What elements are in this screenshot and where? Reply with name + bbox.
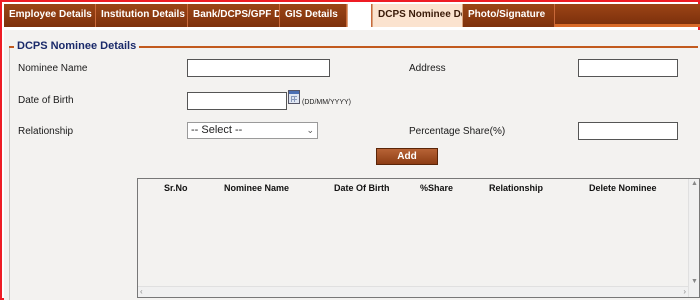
percentage-share-label: Percentage Share(%) <box>409 126 506 137</box>
percentage-share-input[interactable] <box>578 122 678 140</box>
add-button[interactable]: Add <box>376 148 438 165</box>
dob-format-hint: (DD/MM/YYYY) <box>302 99 351 106</box>
grid-header: Sr.No Nominee Name Date Of Birth %Share … <box>138 179 688 197</box>
tab-photo-signature[interactable]: Photo/Signature <box>463 4 555 27</box>
tab-bank-dcps-gpf-details[interactable]: Bank/DCPS/GPF Details <box>188 4 280 27</box>
col-nominee-name: Nominee Name <box>224 183 290 193</box>
col-share: %Share <box>420 183 454 193</box>
tab-employee-details[interactable]: Employee Details <box>4 4 96 27</box>
relationship-label: Relationship <box>18 126 74 137</box>
nominee-name-input[interactable] <box>187 59 330 77</box>
tab-institution-details[interactable]: Institution Details <box>96 4 188 27</box>
tab-blank <box>347 4 372 27</box>
dob-input[interactable] <box>187 92 287 110</box>
tab-bar-filler <box>555 4 700 24</box>
col-relationship: Relationship <box>489 183 544 193</box>
nominee-panel: DCPS Nominee Details Nominee Name Addres… <box>4 30 700 300</box>
scroll-right-icon[interactable]: › <box>683 287 686 296</box>
grid-vertical-scrollbar[interactable]: ▲ ▼ <box>688 179 699 297</box>
dob-label: Date of Birth <box>18 95 74 106</box>
scroll-left-icon[interactable]: ‹ <box>140 287 143 296</box>
col-delete-nominee: Delete Nominee <box>589 183 657 193</box>
chevron-down-icon: ⌄ <box>306 125 314 135</box>
calendar-icon[interactable] <box>288 90 300 104</box>
tab-gis-details[interactable]: GIS Details <box>280 4 347 27</box>
nominee-name-label: Nominee Name <box>18 63 88 74</box>
tab-dcps-nominee-details[interactable]: DCPS Nominee Details <box>372 4 463 27</box>
page-frame: Employee Details Institution Details Ban… <box>0 0 700 300</box>
section-title: DCPS Nominee Details <box>14 40 140 52</box>
address-input[interactable] <box>578 59 678 77</box>
tab-bar: Employee Details Institution Details Ban… <box>4 4 700 27</box>
relationship-select[interactable]: -- Select -- ⌄ <box>187 122 318 139</box>
col-sr-no: Sr.No <box>164 183 188 193</box>
grid-horizontal-scrollbar[interactable]: ‹ › <box>138 286 688 297</box>
nominee-grid: Sr.No Nominee Name Date Of Birth %Share … <box>137 178 700 298</box>
scroll-up-icon[interactable]: ▲ <box>691 180 698 187</box>
address-label: Address <box>409 63 446 74</box>
scroll-down-icon[interactable]: ▼ <box>691 278 698 285</box>
col-date-of-birth: Date Of Birth <box>334 183 390 193</box>
relationship-selected-value: -- Select -- <box>191 124 243 136</box>
